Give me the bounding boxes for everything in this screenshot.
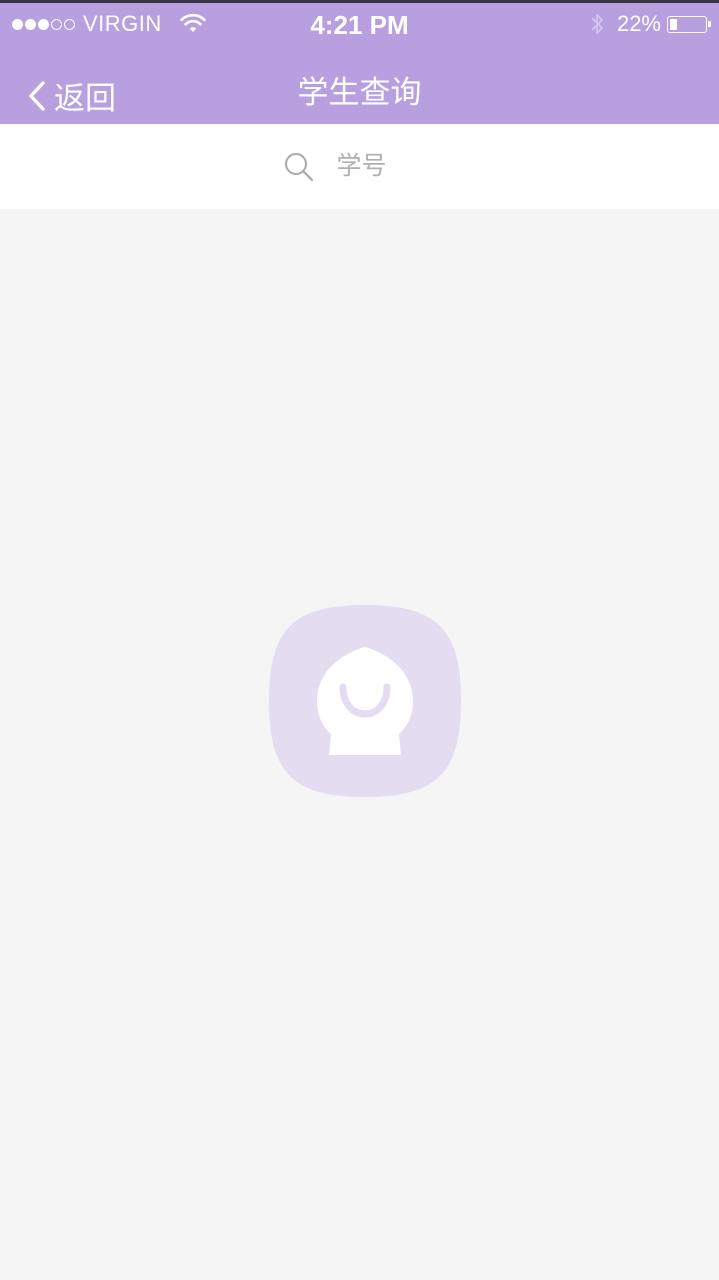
battery-icon bbox=[667, 15, 711, 33]
bluetooth-icon bbox=[591, 14, 603, 34]
app-header: VIRGIN 4:21 PM 22% 返回 学生查询 bbox=[0, 3, 719, 124]
page-title: 学生查询 bbox=[297, 75, 422, 110]
search-bar bbox=[0, 124, 719, 209]
status-bar: VIRGIN 4:21 PM 22% bbox=[0, 3, 719, 47]
battery-level-fill bbox=[670, 18, 677, 30]
battery-percent: 22% bbox=[616, 11, 661, 36]
status-bar-right: 22% bbox=[589, 11, 711, 37]
navigation-bar: 返回 学生查询 bbox=[0, 47, 719, 124]
student-id-search-input[interactable] bbox=[336, 152, 437, 181]
empty-state-mascot-icon bbox=[269, 605, 461, 797]
search-icon bbox=[284, 152, 313, 181]
search-container[interactable] bbox=[283, 151, 437, 183]
